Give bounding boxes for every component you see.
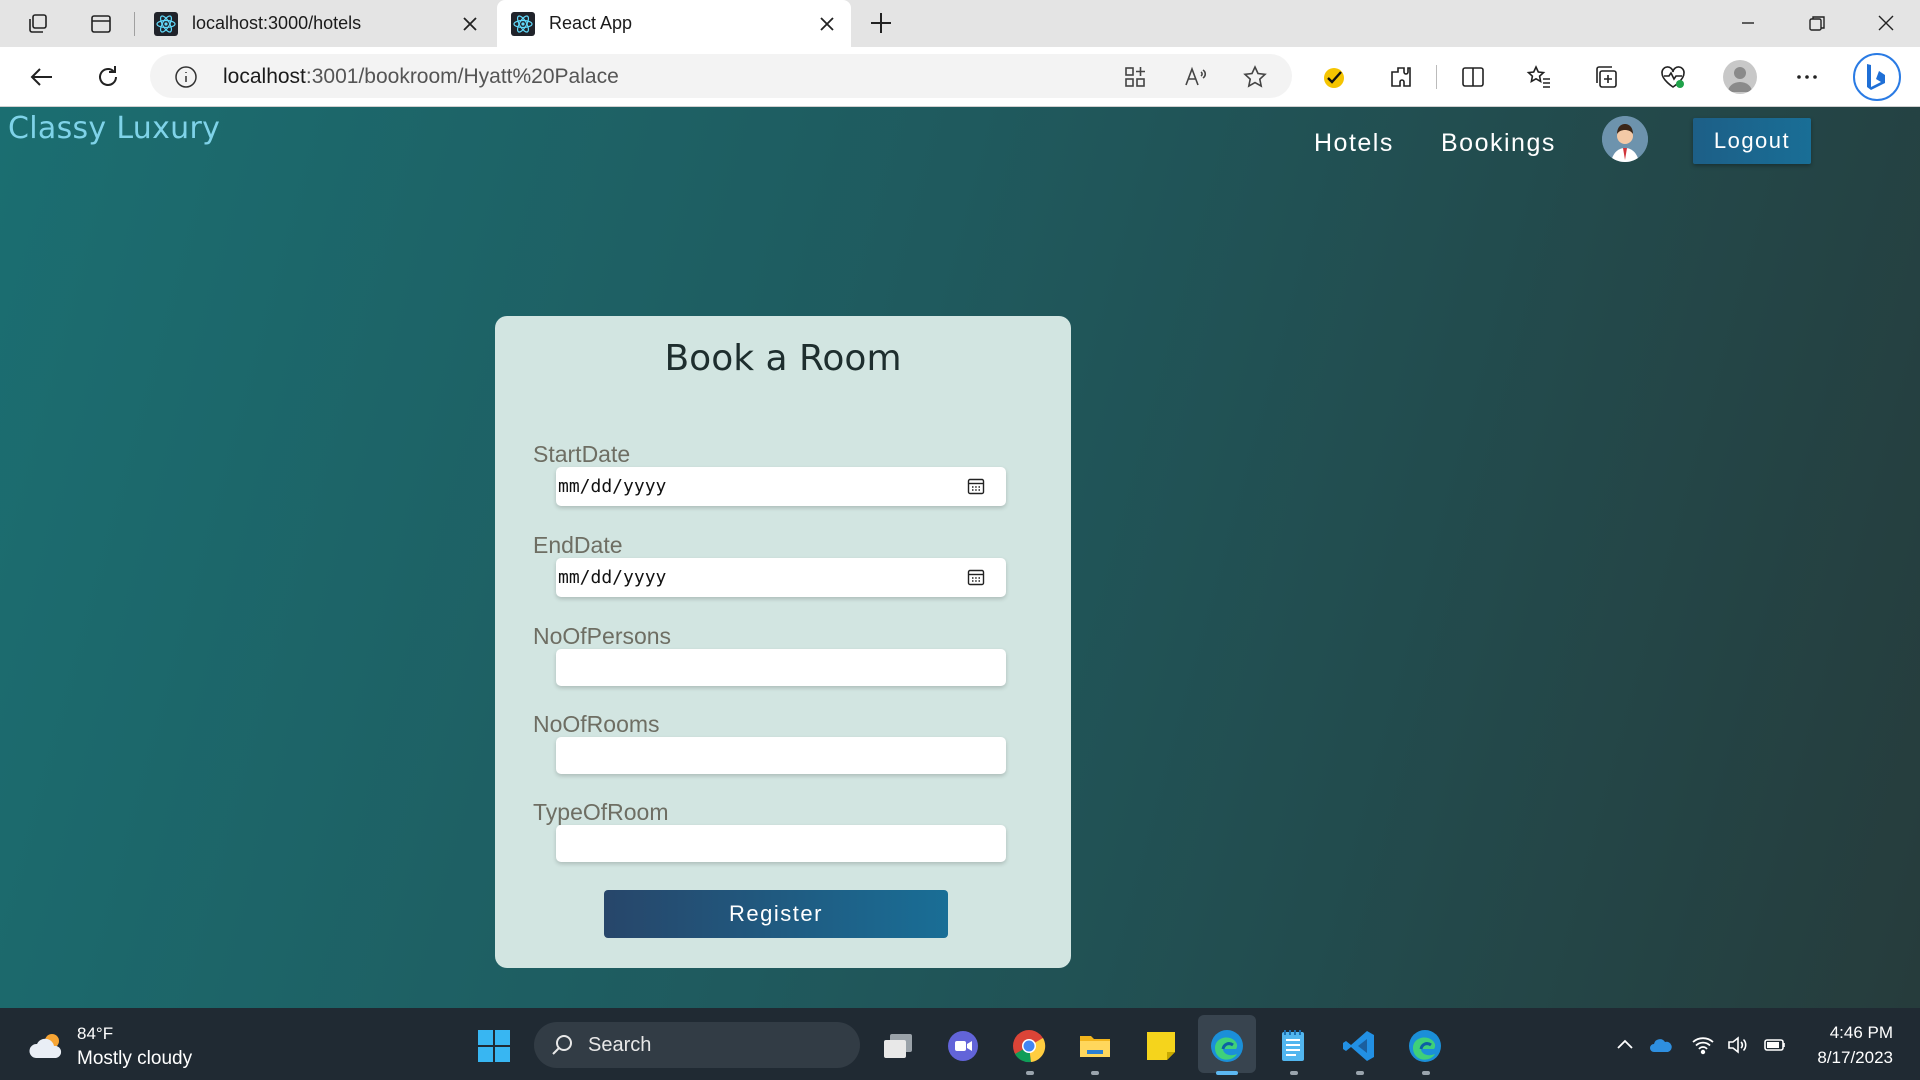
react-favicon-icon	[154, 11, 178, 36]
calendar-icon[interactable]	[966, 567, 986, 587]
performance-icon[interactable]	[1659, 63, 1687, 91]
favorite-star-icon[interactable]	[1242, 64, 1268, 90]
start-date-label: StartDate	[533, 441, 631, 467]
profile-avatar[interactable]	[1723, 60, 1757, 94]
chrome-icon[interactable]	[1011, 1028, 1047, 1064]
no-of-rooms-label: NoOfRooms	[533, 711, 660, 737]
search-label: Search	[588, 1034, 652, 1056]
register-button[interactable]: Register	[604, 890, 948, 938]
sticky-notes-icon[interactable]	[1143, 1028, 1179, 1064]
weather-temperature[interactable]: 84°F	[77, 1024, 113, 1044]
toolbar-divider	[1436, 65, 1437, 89]
battery-icon[interactable]	[1763, 1033, 1787, 1057]
form-title: Book a Room	[664, 338, 902, 379]
app-available-icon[interactable]	[1122, 64, 1148, 90]
weather-description[interactable]: Mostly cloudy	[77, 1048, 192, 1070]
workspaces-icon[interactable]	[26, 12, 50, 36]
site-info-icon[interactable]	[174, 65, 198, 89]
teams-chat-icon[interactable]	[945, 1028, 981, 1064]
windows-taskbar: 84°F Mostly cloudy Search 4:46 PM 8/17/2…	[0, 1008, 1920, 1080]
tab-react-app[interactable]: React App	[497, 0, 851, 47]
calendar-icon[interactable]	[966, 476, 986, 496]
type-of-room-label: TypeOfRoom	[533, 799, 669, 825]
tab-title: React App	[549, 13, 633, 33]
extensions-icon[interactable]	[1387, 63, 1415, 91]
no-of-persons-label: NoOfPersons	[533, 623, 672, 649]
taskbar-search[interactable]: Search	[534, 1022, 860, 1068]
bing-icon	[1867, 64, 1885, 90]
collections-icon[interactable]	[1592, 63, 1620, 91]
edge-dev-icon[interactable]	[1407, 1028, 1443, 1064]
nav-link-hotels[interactable]: Hotels	[1314, 129, 1394, 158]
end-date-label: EndDate	[533, 532, 623, 558]
url-host: localhost	[223, 65, 306, 88]
app-running-indicator	[1422, 1071, 1430, 1075]
notepad-icon[interactable]	[1275, 1028, 1311, 1064]
address-bar[interactable]: localhost:3001/bookroom/Hyatt%20Palace	[150, 54, 1292, 98]
file-explorer-icon[interactable]	[1077, 1028, 1113, 1064]
app-running-indicator	[1356, 1071, 1364, 1075]
task-view-icon[interactable]	[880, 1028, 916, 1064]
vertical-tabs-icon[interactable]	[89, 12, 113, 36]
close-tab-icon[interactable]	[817, 14, 837, 34]
show-hidden-icons-chevron-icon[interactable]	[1613, 1033, 1637, 1057]
url-text[interactable]: localhost:3001/bookroom/Hyatt%20Palace	[223, 65, 619, 89]
page-content: Classy Luxury Hotels Bookings Logout Boo…	[0, 107, 1920, 1008]
back-icon[interactable]	[28, 63, 56, 91]
react-favicon-icon	[511, 11, 535, 36]
edge-icon[interactable]	[1209, 1028, 1245, 1064]
windows-start-icon[interactable]	[476, 1028, 512, 1064]
more-options-icon[interactable]	[1793, 63, 1821, 91]
user-avatar[interactable]	[1602, 116, 1648, 162]
start-date-placeholder: mm/dd/yyyy	[558, 476, 667, 497]
norton-extension-icon[interactable]	[1320, 63, 1348, 91]
search-icon	[552, 1035, 572, 1055]
bing-chat-button[interactable]	[1853, 53, 1901, 101]
volume-icon[interactable]	[1726, 1033, 1750, 1057]
brand-logo[interactable]: Classy Luxury	[8, 111, 220, 146]
address-toolbar: localhost:3001/bookroom/Hyatt%20Palace	[0, 47, 1920, 107]
new-tab-icon[interactable]	[868, 10, 894, 36]
close-tab-icon[interactable]	[460, 14, 480, 34]
tab-hotels[interactable]: localhost:3000/hotels	[140, 0, 494, 47]
wifi-icon[interactable]	[1691, 1033, 1715, 1057]
app-running-indicator	[1091, 1071, 1099, 1075]
browser-tab-bar: localhost:3000/hotels React App	[0, 0, 1920, 47]
onedrive-cloud-icon[interactable]	[1649, 1033, 1673, 1057]
restore-icon[interactable]	[1806, 12, 1828, 34]
user-avatar-icon	[1602, 116, 1648, 162]
minimize-icon[interactable]	[1737, 12, 1759, 34]
end-date-input[interactable]: mm/dd/yyyy	[556, 558, 1006, 597]
refresh-icon[interactable]	[94, 63, 122, 91]
book-room-card: Book a Room StartDate mm/dd/yyyy EndDate…	[495, 316, 1071, 968]
start-date-input[interactable]: mm/dd/yyyy	[556, 467, 1006, 506]
app-active-indicator	[1216, 1071, 1238, 1075]
weather-cloudy-icon[interactable]	[28, 1030, 68, 1062]
favorites-icon[interactable]	[1525, 63, 1553, 91]
no-of-rooms-input[interactable]	[556, 737, 1006, 774]
app-running-indicator	[1026, 1071, 1034, 1075]
url-path: :3001/bookroom/Hyatt%20Palace	[305, 65, 619, 88]
profile-icon	[1728, 67, 1752, 92]
type-of-room-input[interactable]	[556, 825, 1006, 862]
clock-time[interactable]: 4:46 PM	[1830, 1023, 1893, 1043]
tab-title: localhost:3000/hotels	[192, 13, 362, 33]
tab-divider	[134, 12, 135, 36]
vscode-icon[interactable]	[1341, 1028, 1377, 1064]
logout-button[interactable]: Logout	[1693, 118, 1811, 164]
app-running-indicator	[1290, 1071, 1298, 1075]
end-date-placeholder: mm/dd/yyyy	[558, 567, 667, 588]
read-aloud-icon[interactable]	[1182, 64, 1208, 90]
nav-link-bookings[interactable]: Bookings	[1441, 129, 1556, 158]
no-of-persons-input[interactable]	[556, 649, 1006, 686]
close-window-icon[interactable]	[1875, 12, 1897, 34]
split-screen-icon[interactable]	[1459, 63, 1487, 91]
clock-date[interactable]: 8/17/2023	[1817, 1048, 1893, 1068]
